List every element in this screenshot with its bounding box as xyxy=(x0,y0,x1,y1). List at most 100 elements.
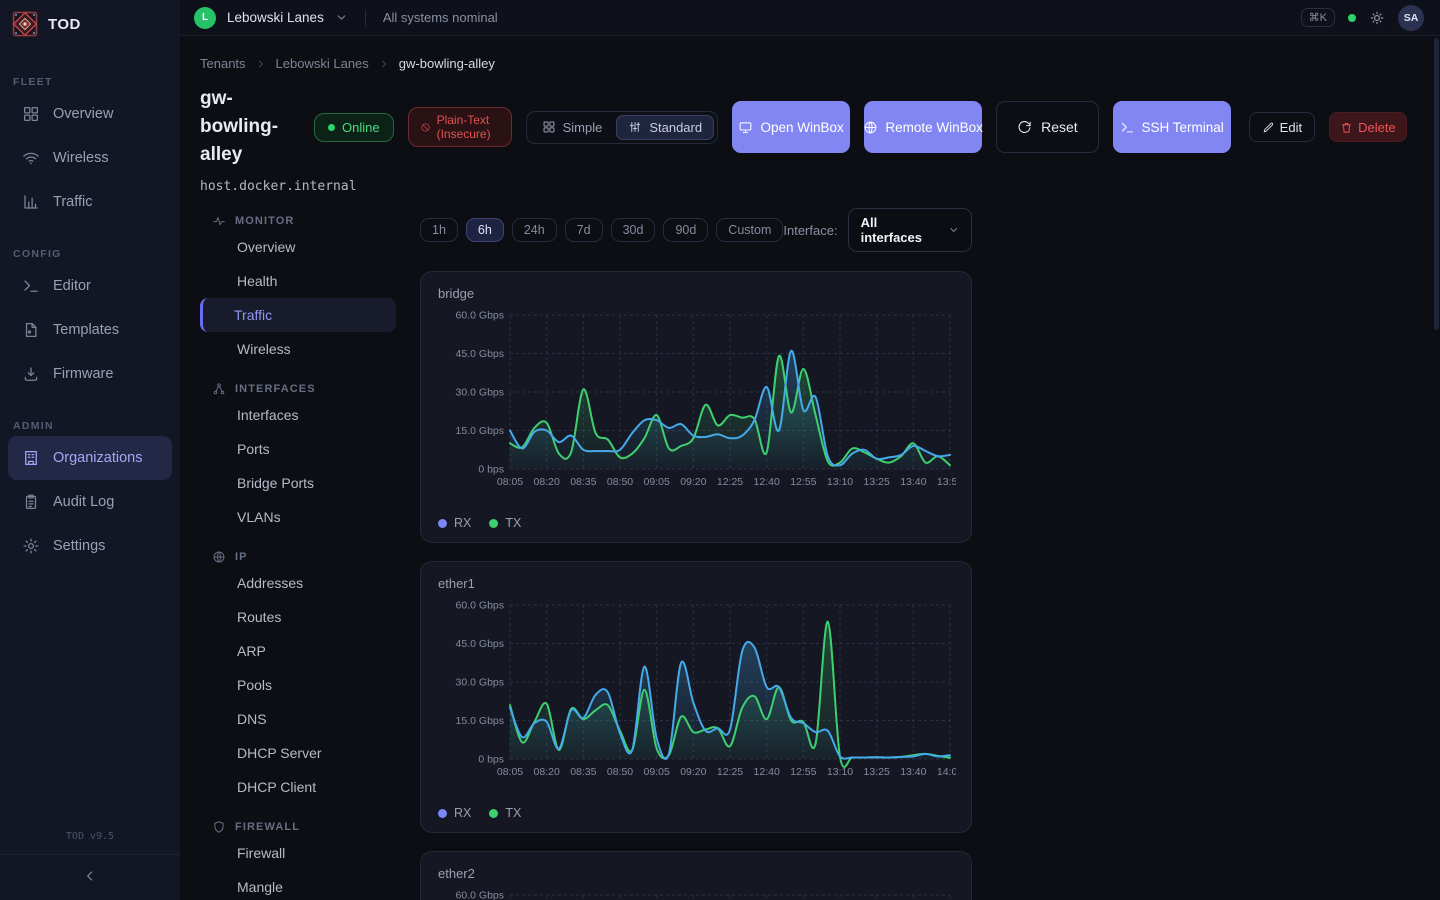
remote-winbox-button[interactable]: Remote WinBox xyxy=(864,101,982,153)
reset-button[interactable]: Reset xyxy=(996,101,1099,153)
svg-text:0 bps: 0 bps xyxy=(478,464,504,476)
chevron-down-icon[interactable] xyxy=(335,11,348,24)
sidebar-collapse-button[interactable] xyxy=(0,854,180,896)
delete-label: Delete xyxy=(1358,120,1396,135)
time-range-1h[interactable]: 1h xyxy=(420,218,458,242)
sidebar-item-templates[interactable]: Templates xyxy=(8,308,172,352)
subnav-item-dhcp-server[interactable]: DHCP Server xyxy=(200,736,396,770)
slash-circle-icon xyxy=(420,122,431,133)
trash-icon xyxy=(1340,121,1353,134)
subnav-item-dhcp-client[interactable]: DHCP Client xyxy=(200,770,396,804)
device-subnav: MONITOR OverviewHealthTrafficWireless INTE… xyxy=(200,208,396,900)
sidebar-item-wireless[interactable]: Wireless xyxy=(8,136,172,180)
sidebar-item-label: Audit Log xyxy=(53,494,114,510)
time-range-6h[interactable]: 6h xyxy=(466,218,504,242)
subnav-item-traffic[interactable]: Traffic xyxy=(200,298,396,332)
sidebar-item-firmware[interactable]: Firmware xyxy=(8,352,172,396)
svg-text:30.0 Gbps: 30.0 Gbps xyxy=(456,677,504,689)
sidebar-item-label: Firmware xyxy=(53,366,113,382)
scrollbar-thumb[interactable] xyxy=(1434,38,1439,330)
svg-text:08:20: 08:20 xyxy=(534,766,560,778)
chart-legend: RX TX xyxy=(438,516,956,530)
subnav-item-pools[interactable]: Pools xyxy=(200,668,396,702)
subnav-item-wireless[interactable]: Wireless xyxy=(200,332,396,366)
subnav-item-firewall[interactable]: Firewall xyxy=(200,836,396,870)
sidebar-item-overview[interactable]: Overview xyxy=(8,92,172,136)
svg-text:12:25: 12:25 xyxy=(717,476,743,488)
app-name: TOD xyxy=(48,16,81,33)
app-version: TOD v9.5 xyxy=(0,821,180,854)
subnav-group-label: INTERFACES xyxy=(235,383,316,395)
time-range-24h[interactable]: 24h xyxy=(512,218,557,242)
pencil-icon xyxy=(1262,121,1275,134)
time-range-custom[interactable]: Custom xyxy=(716,218,783,242)
theme-toggle-sun-icon[interactable] xyxy=(1369,10,1385,26)
legend-entry-rx: RX xyxy=(438,516,471,530)
reset-label: Reset xyxy=(1041,119,1078,135)
subnav-item-bridge-ports[interactable]: Bridge Ports xyxy=(200,466,396,500)
topbar: L Lebowski Lanes All systems nominal ⌘K … xyxy=(180,0,1440,36)
subnav-item-interfaces[interactable]: Interfaces xyxy=(200,398,396,432)
svg-text:13:40: 13:40 xyxy=(900,766,926,778)
svg-text:13:10: 13:10 xyxy=(827,476,853,488)
connection-status-dot xyxy=(1348,14,1356,22)
breadcrumb-item-lebowski-lanes[interactable]: Lebowski Lanes xyxy=(276,56,369,71)
user-avatar[interactable]: SA xyxy=(1398,5,1424,31)
svg-text:13:40: 13:40 xyxy=(900,476,926,488)
refresh-icon xyxy=(1017,120,1032,135)
time-range-7d[interactable]: 7d xyxy=(565,218,603,242)
file-icon xyxy=(22,321,40,339)
system-status-text: All systems nominal xyxy=(383,10,498,25)
svg-text:12:40: 12:40 xyxy=(754,766,780,778)
subnav-item-health[interactable]: Health xyxy=(200,264,396,298)
grid-icon xyxy=(542,120,556,134)
legend-entry-tx: TX xyxy=(489,516,521,530)
device-hostname: host.docker.internal xyxy=(200,179,1416,194)
mode-simple-button[interactable]: Simple xyxy=(530,115,615,140)
sidebar-item-audit-log[interactable]: Audit Log xyxy=(8,480,172,524)
insecure-label: Plain-Text (Insecure) xyxy=(437,113,500,141)
time-range-30d[interactable]: 30d xyxy=(611,218,656,242)
subnav-item-mangle[interactable]: Mangle xyxy=(200,870,396,900)
ssh-terminal-button[interactable]: SSH Terminal xyxy=(1113,101,1231,153)
svg-text:30.0 Gbps: 30.0 Gbps xyxy=(456,387,504,399)
main-column: L Lebowski Lanes All systems nominal ⌘K … xyxy=(180,0,1440,900)
ssh-terminal-label: SSH Terminal xyxy=(1142,119,1224,136)
open-winbox-label: Open WinBox xyxy=(760,119,843,136)
nav-section-fleet: FLEET xyxy=(13,76,180,88)
mode-standard-button[interactable]: Standard xyxy=(616,115,714,140)
subnav-item-ports[interactable]: Ports xyxy=(200,432,396,466)
legend-dot-icon xyxy=(438,519,447,528)
open-winbox-button[interactable]: Open WinBox xyxy=(732,101,850,153)
chart-card-bridge: bridge0 bps15.0 Gbps30.0 Gbps45.0 Gbps60… xyxy=(420,271,972,543)
delete-button[interactable]: Delete xyxy=(1329,112,1407,142)
breadcrumb-item-tenants[interactable]: Tenants xyxy=(200,56,246,71)
subnav-item-routes[interactable]: Routes xyxy=(200,600,396,634)
sidebar-item-traffic[interactable]: Traffic xyxy=(8,180,172,224)
legend-label: TX xyxy=(505,516,521,530)
tenant-selector[interactable]: Lebowski Lanes xyxy=(227,10,324,25)
subnav-item-vlans[interactable]: VLANs xyxy=(200,500,396,534)
chart-title: ether1 xyxy=(438,576,956,591)
nav-section-admin: ADMIN xyxy=(13,420,180,432)
subnav-group-monitor: MONITOR xyxy=(212,214,396,228)
legend-dot-icon xyxy=(489,519,498,528)
legend-label: TX xyxy=(505,806,521,820)
sidebar-item-label: Organizations xyxy=(53,450,142,466)
sidebar-item-settings[interactable]: Settings xyxy=(8,524,172,568)
time-range-group: 1h 6h 24h 7d 30d 90d Custom xyxy=(420,218,783,242)
chevron-left-icon xyxy=(82,868,98,884)
subnav-item-overview[interactable]: Overview xyxy=(200,230,396,264)
subnav-item-arp[interactable]: ARP xyxy=(200,634,396,668)
chart-title: ether2 xyxy=(438,866,956,881)
subnav-item-dns[interactable]: DNS xyxy=(200,702,396,736)
subnav-item-addresses[interactable]: Addresses xyxy=(200,566,396,600)
sidebar-item-editor[interactable]: Editor xyxy=(8,264,172,308)
terminal-icon xyxy=(22,277,40,295)
time-range-90d[interactable]: 90d xyxy=(663,218,708,242)
interface-select[interactable]: All interfaces xyxy=(848,208,972,252)
breadcrumb-item-gw-bowling-alley: gw-bowling-alley xyxy=(399,56,495,71)
edit-button[interactable]: Edit xyxy=(1249,112,1315,142)
sidebar-item-organizations[interactable]: Organizations xyxy=(8,436,172,480)
command-palette-shortcut[interactable]: ⌘K xyxy=(1301,8,1335,27)
